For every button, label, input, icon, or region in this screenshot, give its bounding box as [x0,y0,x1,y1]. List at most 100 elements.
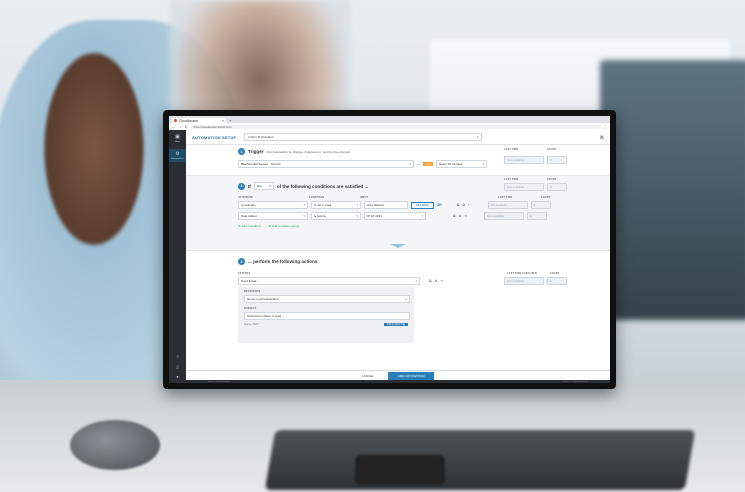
user-icon[interactable]: ● [176,374,178,379]
chevron-down-icon: ▾ [303,203,305,207]
trigger-section: 1 Trigger Run Automation by change of el… [186,145,610,176]
any-select[interactable]: any ▾ [253,182,274,190]
conditions-rest: of the following conditions are satisfie… [276,183,369,189]
cancel-button[interactable]: CANCEL [362,374,374,378]
copy-icon[interactable]: ⧉ [457,203,460,207]
add-group-label: Add Condition group [271,224,300,228]
interval-select[interactable]: Every 15 minutes ▾ [436,160,488,168]
sidebar-item-automations[interactable]: ⚙ Automations [169,149,186,162]
header: AUTOMATION SETUP Inform Technicians × × [186,130,610,145]
add-automation-button[interactable]: ADD AUTOMATION [387,371,435,380]
add-condition-link[interactable]: ⊕ Add Condition [238,224,260,228]
source-label: Source: TEXT [244,323,259,326]
close-tab-icon[interactable]: × [222,119,224,123]
row-icons: ⧉ ⊘ ‹› [457,203,471,207]
row-last-time: Not available [487,201,528,209]
chevron-down-icon: ▾ [482,162,485,166]
automation-name-input[interactable]: Inform Technicians × [244,133,483,141]
col-attribute: ATTRIBUTE [238,196,254,199]
copy-icon[interactable]: ⧉ [429,279,432,283]
col-count: COUNT [550,272,560,275]
chevron-down-icon: ▾ [415,279,417,283]
add-links: ⊕ Add Condition ⊕ Add Condition group [238,224,299,228]
delete-icon[interactable]: ⊘ [459,214,462,218]
url-input[interactable]: https://cloudlocator.infsoft.com/ [190,124,601,129]
col-count: COUNT [541,196,551,199]
dash: — [417,162,421,166]
delete-icon[interactable]: ⊘ [462,203,465,207]
last-time-text: Not available [507,158,525,162]
set-area-button[interactable]: SET AREA [411,201,434,209]
plus-icon: ⊕ [238,224,241,228]
delete-icon[interactable]: ⊘ [435,279,438,283]
screen: Cloudlocator × + ← → ↻ https://cloudloca… [169,116,610,383]
code-icon[interactable]: ‹› [464,214,466,218]
step-number: 1 [238,148,245,155]
code-icon[interactable]: ‹› [468,203,470,207]
condition-select[interactable]: is not in area ▾ [311,201,361,209]
action-value: Send Email [241,279,257,283]
condition-value: is before [314,214,326,218]
trigger-op: Grid ID [270,162,281,166]
subject-input[interactable]: Technical problem in area [244,312,410,320]
count-label: COUNT [547,178,557,181]
automation-icon: ⚙ [175,151,180,157]
chevron-down-icon: ▾ [356,203,358,207]
add-dynamic-tag-button[interactable]: Add dynamic Tag [383,323,408,326]
step-number: 2 [238,182,245,190]
menu-icon[interactable]: ⋮ [604,125,607,129]
browser-tab[interactable]: Cloudlocator × [172,118,226,123]
sidebar-item-label: Maps [174,141,181,143]
page-title: AUTOMATION SETUP [192,134,237,140]
add-group-link[interactable]: ⊕ Add Condition group [268,224,299,228]
input-field[interactable]: area defined [364,201,408,209]
url-text: https://cloudlocator.infsoft.com/ [193,124,233,129]
col-actions: ACTIONS [238,272,251,275]
attribute-select[interactable]: Coordinate ▾ [238,201,308,209]
actions-section: 3 ... perform the following actions ACTI… [186,251,610,379]
favicon-icon [174,119,177,122]
sidebar: ▣ Maps ⚙ Automations ? △ ● [169,130,186,383]
count-text: 0 [550,185,552,189]
reload-icon[interactable]: ↻ [185,125,188,129]
interval-value: Every 15 minutes [439,162,463,166]
chevron-down-icon: ▾ [269,184,271,188]
code-icon[interactable]: ‹› [440,279,442,283]
help-icon[interactable]: ? [176,354,178,359]
actions-heading: 3 ... perform the following actions [238,258,610,265]
condition-select[interactable]: is before ▾ [311,212,361,220]
new-tab-icon[interactable]: + [229,118,231,123]
recipients-select[interactable]: Group to all technicians ▾ [244,295,410,303]
row-last-text: Not available [490,203,508,207]
condition-headers: ATTRIBUTE CONDITION INPUT LAST TIME COUN… [238,196,551,199]
clear-icon[interactable]: × [477,135,479,139]
row-count-text: 0 [533,203,536,207]
condition-row: Coordinate ▾ is not in area ▾ area defined… [238,201,551,209]
conditions-top-stats: LAST TIME COUNT Not available 0 [504,178,567,191]
close-icon[interactable]: × [599,133,604,142]
subject-label: SUBJECT [244,307,257,310]
last-time-value: Not available [504,183,544,191]
browser-tabbar: Cloudlocator × + [169,116,610,123]
plus-icon: ⊕ [268,224,271,228]
trigger-element-select[interactable]: BlueSensEX Sensor · Grid ID ▾ [238,160,414,168]
action-select[interactable]: Send Email ▾ [238,277,420,285]
input-value: 07.07.2021 [367,214,383,218]
copy-icon[interactable]: ⧉ [453,214,456,218]
row-last-time: Not available [483,212,524,220]
last-time-label: LAST TIME [504,148,519,151]
logic-label: OR [436,203,442,207]
count-label: COUNT [547,148,557,151]
bell-icon[interactable]: △ [176,364,179,369]
last-time-label: LAST TIME [504,178,519,181]
last-time-text: Not available [507,185,525,189]
mouse [70,420,160,470]
date-input[interactable]: 07.07.2021 ▾ [364,212,426,220]
action-count: 0 [546,277,567,285]
sidebar-item-maps[interactable]: ▣ Maps [175,134,180,143]
action-headers: ACTIONS LAST TIME EXECUTED COUNT [238,272,560,275]
attribute-select[interactable]: Date Added ▾ [238,212,308,220]
chevron-down-icon: ▾ [303,214,305,218]
back-icon[interactable]: ← [172,125,175,129]
forward-icon[interactable]: → [178,125,181,129]
